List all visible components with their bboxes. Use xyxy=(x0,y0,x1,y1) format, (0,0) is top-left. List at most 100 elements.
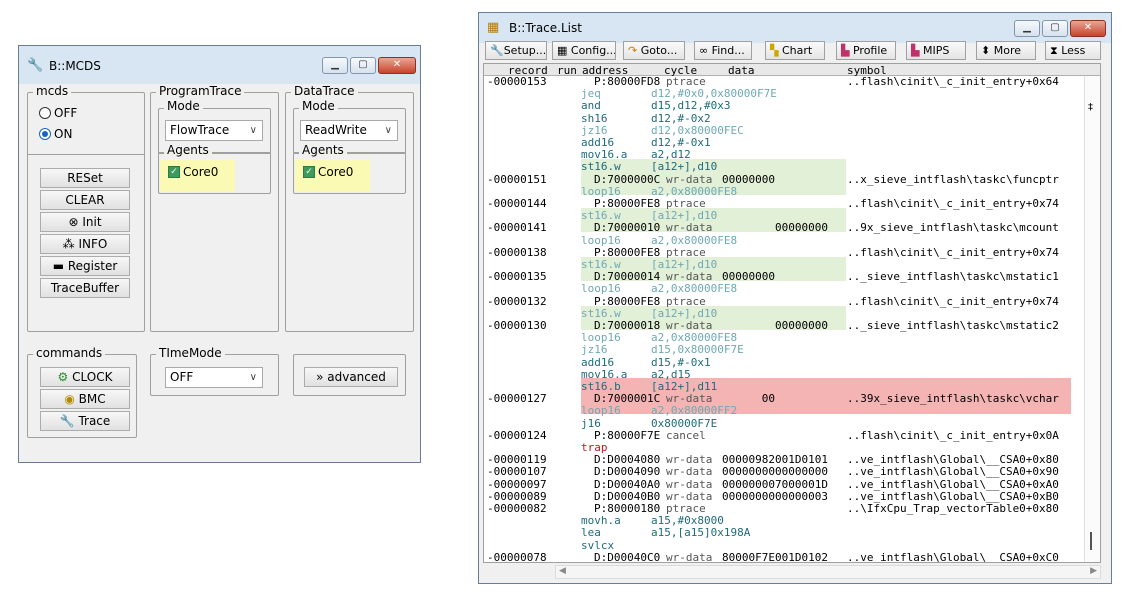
bmc-button[interactable]: ◉ BMC xyxy=(40,389,130,409)
mips-icon: ▙ xyxy=(911,44,923,57)
commands-legend: commands xyxy=(33,346,106,360)
close-button[interactable]: ✕ xyxy=(378,57,416,74)
cycle-cell: wr-data xyxy=(666,550,713,563)
trace-record-row[interactable]: -00000082 P:80000180 ptrace ..\IfxCpu_Trap_… xyxy=(484,503,1084,515)
clock-button[interactable]: ⚙ CLOCK xyxy=(40,367,130,387)
trace-instruction-row[interactable]: jeq d12,#0x0,0x80000F7E xyxy=(484,88,1084,100)
operands-cell: a2,0x80000FE8 xyxy=(651,233,738,247)
trace-list[interactable]: record run address cycle data symbol -00… xyxy=(483,63,1101,563)
vertical-scrollbar[interactable]: ‡ xyxy=(1084,76,1100,562)
minimize-button[interactable]: ▁ xyxy=(322,57,348,74)
trace-instruction-row[interactable]: loop16 a2,0x80000FF2 xyxy=(484,405,1084,417)
trace-record-row[interactable]: -00000141 D:70000010 wr-data 00000000 ..9x_… xyxy=(484,222,1084,234)
trace-record-row[interactable]: -00000127 D:7000001C wr-data 00 ..39x_sieve… xyxy=(484,393,1084,405)
trace-instruction-row[interactable]: lea a15,[a15]0x198A xyxy=(484,527,1084,539)
chart-button[interactable]: ▚ Chart xyxy=(765,41,825,60)
address-cell: D:70000014 xyxy=(594,270,661,284)
operands-cell: a2,d15 xyxy=(651,367,691,381)
trace-record-row[interactable]: -00000135 D:70000014 wr-data 00000000 .._sie… xyxy=(484,271,1084,283)
scroll-thumb[interactable] xyxy=(1090,532,1092,550)
trace-button[interactable]: 🔧 Trace xyxy=(40,411,130,431)
reset-button[interactable]: RESet xyxy=(40,168,130,188)
trace-instruction-row[interactable]: add16 d15,#-0x1 xyxy=(484,356,1084,369)
close-button[interactable]: ✕ xyxy=(1070,20,1106,37)
more-button[interactable]: ⬍ More xyxy=(976,41,1036,60)
trace-record-row[interactable]: -00000078 D:D00040C0 wr-data 80000F7E001D01… xyxy=(484,550,1084,563)
trace-instruction-row[interactable]: and d15,d12,#0x3 xyxy=(484,100,1084,112)
symbol-cell: ..flash\cinit\_c_init_entry+0x74 xyxy=(847,245,1059,259)
tracebuffer-button[interactable]: TraceBuffer xyxy=(40,278,130,298)
register-button[interactable]: ▬ Register xyxy=(40,256,130,276)
symbol-cell: ..flash\cinit\_c_init_entry+0x64 xyxy=(847,75,1059,88)
data-cell: 00000000 xyxy=(722,172,775,186)
trace-record-row[interactable]: -00000130 D:70000018 wr-data 00000000 .._si… xyxy=(484,320,1084,332)
horizontal-scrollbar[interactable]: ◀ ▶ xyxy=(555,565,1101,579)
trace-instruction-row[interactable]: st16.w [a12+],d10 xyxy=(484,259,1084,271)
trace-instruction-row[interactable]: mov16.a a2,d12 xyxy=(484,149,1084,161)
programtrace-mode-select[interactable]: FlowTrace ∨ xyxy=(165,120,263,141)
datatrace-mode-select[interactable]: ReadWrite ∨ xyxy=(300,120,398,141)
trace-instruction-row[interactable]: loop16 a2,0x80000FE8 xyxy=(484,332,1084,344)
cycle-cell: wr-data xyxy=(666,270,713,284)
programtrace-core0-checkbox[interactable]: ✓ xyxy=(168,166,180,178)
find-button[interactable]: ∞ Find... xyxy=(694,41,752,60)
data-cell: 000000007000001D xyxy=(722,477,828,491)
trace-instruction-row[interactable]: trap xyxy=(484,442,1084,454)
operands-cell: [a12+],d10 xyxy=(651,258,718,271)
timemode-select[interactable]: OFF ∨ xyxy=(165,367,263,388)
trace-instruction-row[interactable]: movh.a a15,#0x8000 xyxy=(484,515,1084,527)
trace-instruction-row[interactable]: st16.w [a12+],d10 xyxy=(484,307,1084,320)
chart-label: Chart xyxy=(781,44,813,57)
trace-record-row[interactable]: -00000144 P:80000FE8 ptrace ..flash\cinit\_… xyxy=(484,198,1084,210)
trace-instruction-row[interactable]: sh16 d12,#-0x2 xyxy=(484,111,1084,125)
init-button[interactable]: ⊗ Init xyxy=(40,212,130,232)
profile-button[interactable]: ▙ Profile xyxy=(836,41,896,60)
trace-instruction-row[interactable]: st16.b [a12+],d11 xyxy=(484,381,1084,393)
trace-record-row[interactable]: -00000097 D:D00040A0 wr-data 00000000700000… xyxy=(484,477,1084,491)
mnemonic-cell: jeq xyxy=(581,87,601,101)
trace-record-row[interactable]: -00000124 P:80000F7E cancel ..flash\cinit\_… xyxy=(484,429,1084,442)
trace-record-row[interactable]: -00000138 P:80000FE8 ptrace ..flash\cinit\_… xyxy=(484,245,1084,259)
trace-instruction-row[interactable]: st16.w [a12+],d10 xyxy=(484,161,1084,173)
mnemonic-cell: sh16 xyxy=(581,111,608,125)
trace-record-row[interactable]: -00000151 D:7000000C wr-data 00000000 ..x_si… xyxy=(484,172,1084,186)
trace-instruction-row[interactable]: mov16.a a2,d15 xyxy=(484,367,1084,381)
trace-record-row[interactable]: -00000089 D:D00040B0 wr-data 00000000000000… xyxy=(484,490,1084,503)
maximize-button[interactable]: ▢ xyxy=(1042,20,1068,37)
trace-instruction-row[interactable]: st16.w [a12+],d10 xyxy=(484,210,1084,222)
trace-record-row[interactable]: -00000119 D:D0004080 wr-data 00000982001D01… xyxy=(484,454,1084,466)
trace-instruction-row[interactable]: jz16 d15,0x80000F7E xyxy=(484,344,1084,356)
operands-cell: 0x80000F7E xyxy=(651,416,718,430)
symbol-cell: ..ve_intflash\Global\__CSA0+0x80 xyxy=(847,453,1059,467)
trace-instruction-row[interactable]: add16 d12,#-0x1 xyxy=(484,137,1084,149)
info-button[interactable]: ⁂ INFO xyxy=(40,234,130,254)
datatrace-core0-checkbox[interactable]: ✓ xyxy=(303,166,315,178)
clear-button[interactable]: CLEAR xyxy=(40,190,130,210)
off-radio[interactable] xyxy=(39,107,51,119)
trace-instruction-row[interactable]: jz16 d12,0x80000FEC xyxy=(484,124,1084,137)
record-number: -00000107 xyxy=(487,465,547,479)
setup-button[interactable]: 🔧Setup... xyxy=(485,41,547,60)
trace-instruction-row[interactable]: j16 0x80000F7E xyxy=(484,416,1084,430)
config-button[interactable]: ▦ Config... xyxy=(552,41,616,60)
mips-button[interactable]: ▙ MIPS xyxy=(906,41,966,60)
maximize-button[interactable]: ▢ xyxy=(350,57,376,74)
scroll-right-icon[interactable]: ▶ xyxy=(1090,566,1097,576)
trace-record-row[interactable]: -00000132 P:80000FE8 ptrace ..flash\cinit\_… xyxy=(484,295,1084,308)
mcds-separator xyxy=(28,154,144,155)
trace-instruction-row[interactable]: loop16 a2,0x80000FE8 xyxy=(484,283,1084,295)
goto-button[interactable]: ↷ Goto... xyxy=(623,41,685,60)
trace-instruction-row[interactable]: svlcx xyxy=(484,539,1084,552)
trace-record-row[interactable]: -00000107 D:D0004090 wr-data 00000000000000… xyxy=(484,466,1084,478)
trace-instruction-row[interactable]: loop16 a2,0x80000FE8 xyxy=(484,233,1084,247)
scroll-left-icon[interactable]: ◀ xyxy=(559,566,566,576)
advanced-button[interactable]: » advanced xyxy=(304,367,398,387)
on-radio[interactable] xyxy=(39,128,51,140)
config-label: Config... xyxy=(570,44,616,57)
trace-instruction-row[interactable]: loop16 a2,0x80000FE8 xyxy=(484,185,1084,198)
trace-record-row[interactable]: -00000153 P:80000FD8 ptrace ..flash\cinit\_… xyxy=(484,76,1084,88)
record-number: -00000151 xyxy=(487,172,547,186)
operands-cell: a2,d12 xyxy=(651,148,691,162)
minimize-button[interactable]: ▁ xyxy=(1014,20,1040,37)
less-button[interactable]: ⧗ Less xyxy=(1045,41,1101,60)
